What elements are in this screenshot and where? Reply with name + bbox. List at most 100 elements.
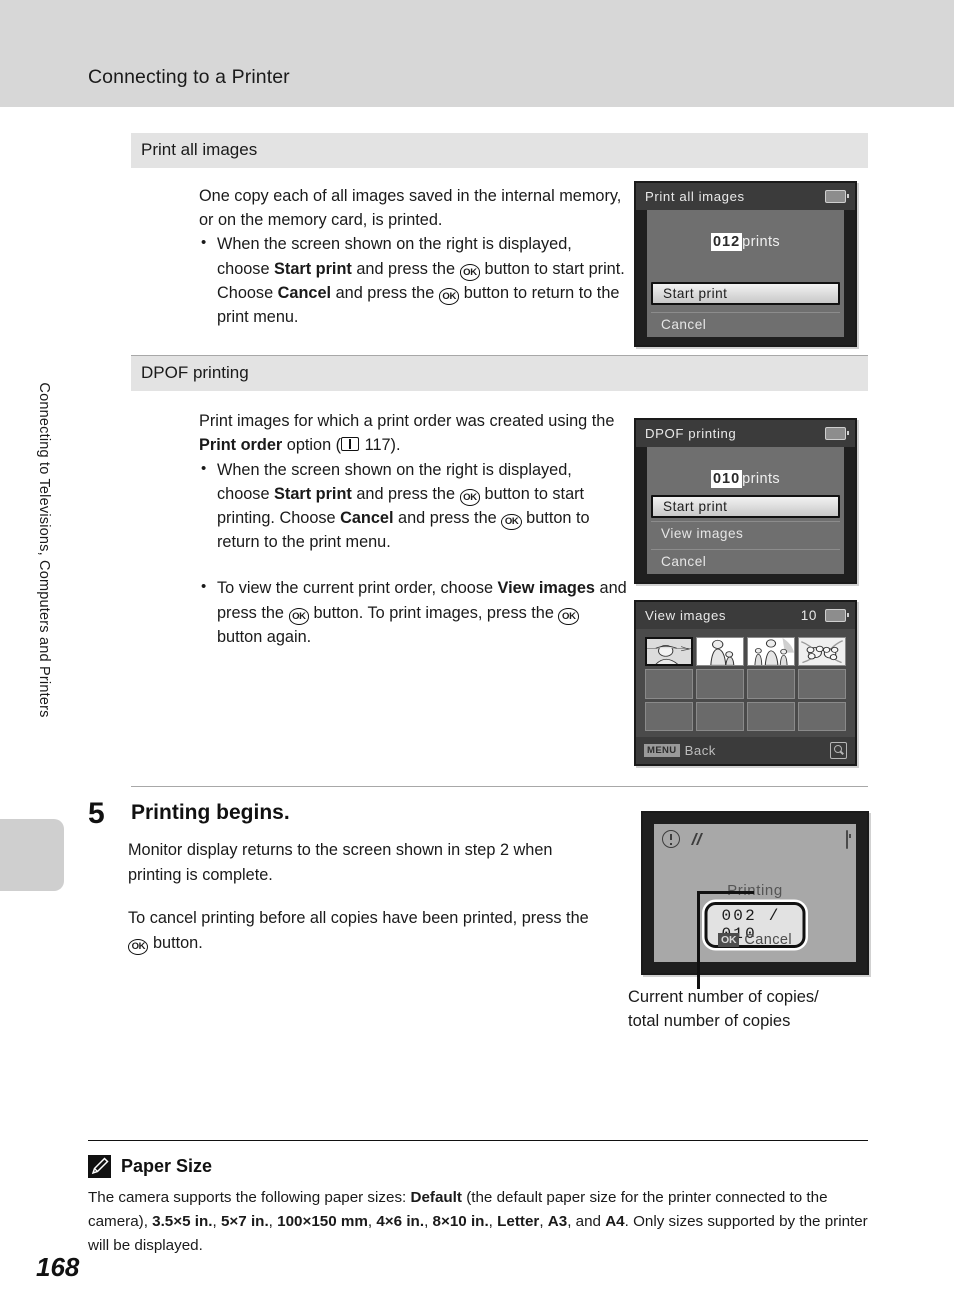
thumbnail-empty [696,669,744,699]
callout-line-1: Current number of copies/ [628,988,819,1006]
screen-header: Print all images [636,183,855,210]
thumbnail-empty [645,701,693,731]
menu-button-badge: MENU [644,743,680,758]
intro-rich-1: Print images for which a print order was… [199,412,615,455]
image-count: 10 [800,608,817,623]
print-count-value: 012 [710,233,743,251]
print-count-row: 012 prints [647,233,844,251]
emphasis-text: 100×150 mm [277,1213,368,1230]
emphasis-text: 8×10 in. [432,1213,489,1230]
emphasis-text: Start print [274,259,352,278]
thumbnail-empty [696,701,744,731]
print-count-unit: prints [742,471,781,487]
screen-header: View images 10 [636,602,855,629]
note-body: The camera supports the following paper … [88,1186,868,1258]
thumbnail-flowers[interactable] [798,637,846,667]
thumbnail-woman-with-child[interactable] [696,637,744,667]
dpof-intro: Print images for which a print order was… [199,409,627,457]
step-body: Monitor display returns to the screen sh… [128,838,608,974]
ok-button-icon: OK [128,938,149,955]
step-rich-2: To cancel printing before all copies hav… [128,909,589,955]
thumbnail-empty [747,669,795,699]
step-paragraph-2: To cancel printing before all copies hav… [128,906,608,956]
step-title: Printing begins. [131,801,290,824]
print-count-row: 010 prints [647,470,844,488]
menu-item-view-images[interactable]: View images [651,521,840,544]
menu-item-start-print[interactable]: Start print [651,495,840,518]
thumbnail-grid [645,637,846,731]
menu-item-cancel[interactable]: Cancel [651,549,840,572]
battery-icon [825,427,850,440]
emphasis-text: Start print [274,484,352,503]
screen-header: DPOF printing [636,420,855,447]
screen-body: 010 prints Start print View images Cancel [647,447,844,574]
battery-icon [846,830,848,849]
callout-caption: Current number of copies/ total number o… [628,985,888,1033]
ok-button-icon: OK [501,513,522,530]
emphasis-text: View images [497,579,595,598]
status-icon-row [662,830,705,848]
emphasis-text: A3 [547,1213,568,1230]
exclamation-circle-icon [662,830,680,848]
screen-title: Print all images [645,189,745,204]
thumbnail-empty [798,669,846,699]
magnifier-icon[interactable] [830,742,847,759]
chapter-side-rail: Connecting to Televisions, Computers and… [0,107,64,1314]
screen-print-all-images: Print all images 012 prints Start print C… [634,181,857,347]
thumbnail-empty [798,701,846,731]
print-all-intro: One copy each of all images saved in the… [199,187,622,230]
emphasis-text: Letter [497,1213,540,1230]
note-title: Paper Size [121,1156,213,1176]
print-count-value: 010 [710,470,743,488]
ok-button-icon: OK [459,489,480,506]
page-running-header: Connecting to a Printer [0,0,954,107]
callout-line-vertical [697,891,700,989]
chapter-label: Connecting to Televisions, Computers and… [36,382,52,718]
emphasis-text: Default [410,1189,462,1206]
back-label[interactable]: Back [685,743,716,758]
emphasis-text: Cancel [277,283,332,302]
cancel-row[interactable]: OK Cancel [654,932,856,948]
screen-title: DPOF printing [645,426,737,441]
screen-body: MENU Back [636,629,855,764]
thumbnail-family-group[interactable] [747,637,795,667]
screen-title: View images [645,608,727,623]
battery-icon [825,190,850,203]
list-item: When the screen shown on the right is di… [199,457,627,555]
emphasis-text: 3.5×5 in. [152,1213,213,1230]
list-item: When the screen shown on the right is di… [199,231,627,329]
step-divider [131,786,868,787]
bullet-rich-0-0: When the screen shown on the right is di… [217,235,625,327]
ok-button-badge: OK [718,932,740,948]
menu-item-start-print[interactable]: Start print [651,282,840,305]
print-count-unit: prints [742,234,781,250]
note-paper-size: Paper Size The camera supports the follo… [88,1140,868,1258]
screen-body: 012 prints Start print Cancel [647,210,844,337]
ok-button-icon: OK [438,288,460,305]
thumbnail-portrait-with-hat[interactable] [645,637,693,667]
step-paragraph-1: Monitor display returns to the screen sh… [128,841,553,884]
list-item: To view the current print order, choose … [199,575,627,649]
chapter-thumb-tab [0,819,64,891]
screen-printing: Printing 002 / 010 OK Cancel [641,811,869,975]
cancel-label[interactable]: Cancel [744,932,792,948]
emphasis-text: 4×6 in. [376,1213,425,1230]
emphasis-text: A4 [605,1213,625,1230]
emphasis-text: 5×7 in. [220,1213,269,1230]
section-bar-print-all-images: Print all images [131,133,868,168]
print-all-bullets: When the screen shown on the right is di… [199,231,627,329]
callout-line-2: total number of copies [628,1012,791,1030]
screen-body: Printing 002 / 010 OK Cancel [654,824,856,962]
section-body-print-all-images: One copy each of all images saved in the… [131,184,627,329]
printing-label: Printing [727,882,783,899]
screen-view-images: View images 10 MENU Back [634,600,857,766]
section-bar-dpof-printing: DPOF printing [131,355,868,392]
pencil-icon [88,1155,111,1178]
note-header: Paper Size [88,1141,868,1178]
camera-shake-icon [687,831,705,848]
dpof-bullets: When the screen shown on the right is di… [199,457,627,649]
battery-icon [825,609,850,622]
bullet-rich-1-0: When the screen shown on the right is di… [217,460,590,552]
menu-item-cancel[interactable]: Cancel [651,312,840,335]
note-rich: The camera supports the following paper … [88,1189,868,1254]
